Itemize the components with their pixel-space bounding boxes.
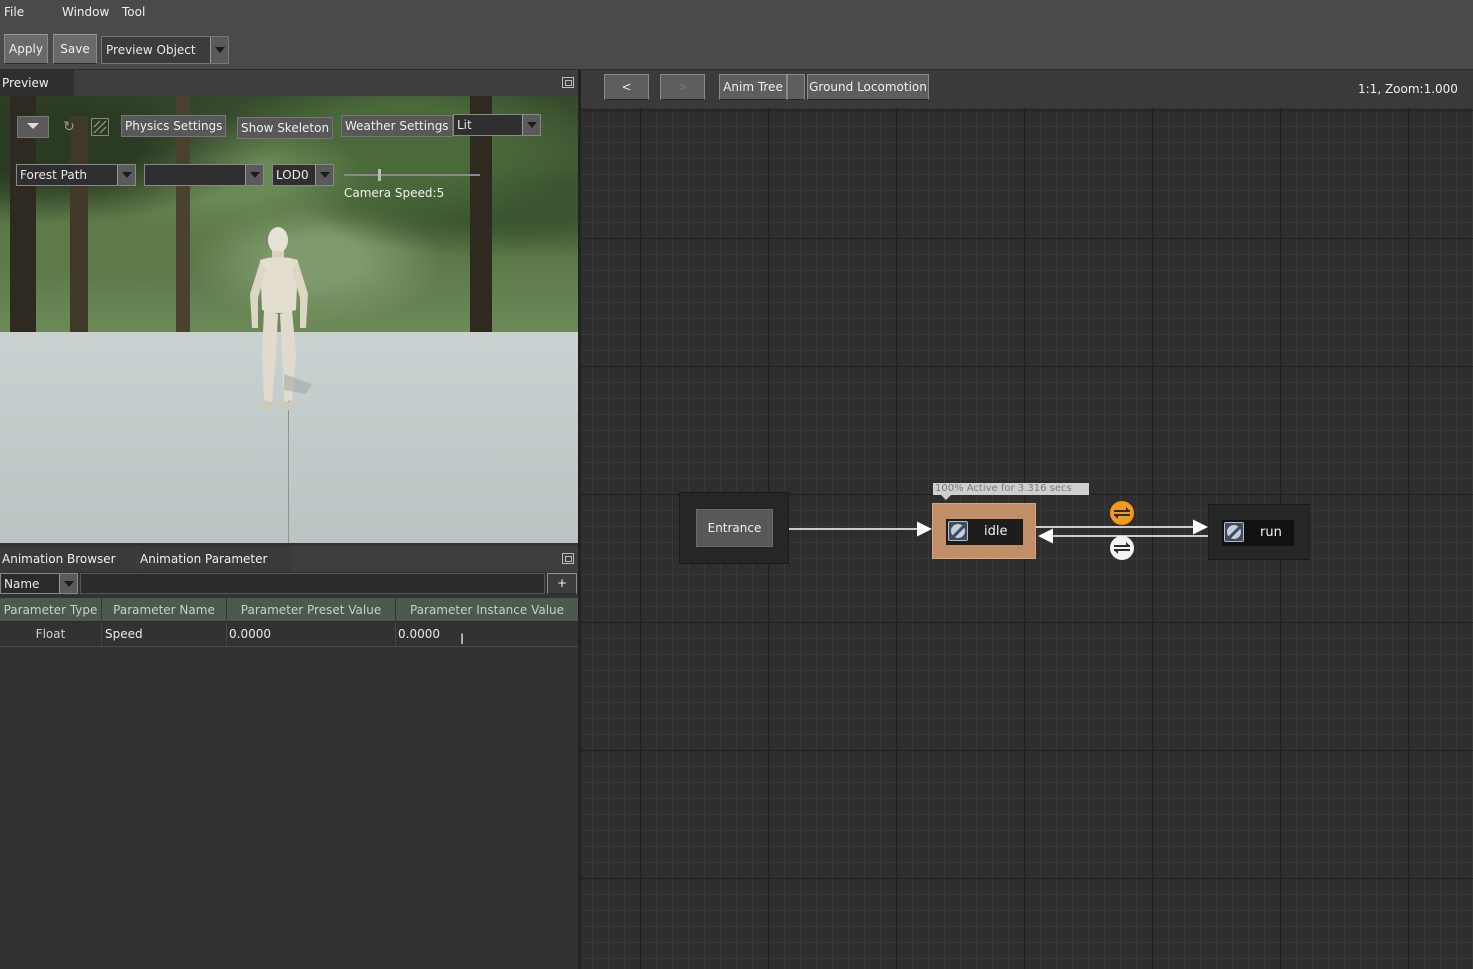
column-header-type[interactable]: Parameter Type: [0, 598, 102, 622]
menu-file[interactable]: File: [4, 5, 24, 19]
run-label: run: [1260, 525, 1282, 540]
chevron-down-icon: [210, 37, 228, 63]
view-options-button[interactable]: [17, 116, 49, 138]
chevron-down-icon: [117, 165, 135, 185]
parameter-table-header: Parameter Type Parameter Name Parameter …: [0, 598, 578, 622]
tab-animation-parameter[interactable]: Animation Parameter: [138, 546, 292, 572]
grid-toggle-icon[interactable]: [91, 118, 109, 136]
menu-tool[interactable]: Tool: [122, 5, 145, 19]
environment-select[interactable]: Forest Path: [16, 164, 136, 186]
slider-handle[interactable]: [378, 169, 381, 181]
idle-state-node[interactable]: idle: [932, 503, 1036, 559]
chevron-down-icon: [522, 115, 540, 135]
camera-speed-label: Camera Speed:5: [344, 186, 445, 200]
parameter-name-cell[interactable]: Speed: [102, 623, 227, 647]
refresh-icon[interactable]: ↻: [60, 118, 78, 136]
filter-search-input[interactable]: [80, 573, 545, 594]
chevron-down-icon: [315, 165, 333, 185]
column-header-preset-value[interactable]: Parameter Preset Value: [227, 598, 396, 622]
character-model[interactable]: [240, 224, 320, 424]
chevron-down-icon: [59, 574, 77, 593]
environment-label: Forest Path: [20, 168, 88, 182]
table-row[interactable]: Float Speed 0.0000 0.0000: [0, 623, 578, 647]
animation-state-icon: [948, 521, 968, 541]
parameter-filter-row: Name +: [0, 573, 578, 595]
filter-field-label: Name: [4, 577, 40, 591]
lighting-mode-select[interactable]: Lit: [453, 114, 541, 136]
transition-icon[interactable]: [1109, 535, 1135, 561]
idle-state-body: idle: [946, 519, 1023, 545]
menu-window[interactable]: Window: [62, 5, 109, 19]
show-skeleton-button[interactable]: Show Skeleton: [237, 117, 334, 139]
run-state-node[interactable]: run: [1208, 504, 1310, 560]
transition-active-icon[interactable]: [1109, 500, 1135, 526]
lod-label: LOD0: [276, 168, 309, 182]
run-state-body: run: [1222, 520, 1294, 546]
weather-settings-button[interactable]: Weather Settings: [341, 115, 453, 137]
preview-object-select[interactable]: Preview Object: [101, 36, 229, 64]
filter-field-select[interactable]: Name: [0, 573, 78, 594]
float-panel-icon[interactable]: [562, 553, 574, 564]
float-panel-icon[interactable]: [562, 77, 574, 88]
chevron-down-icon: [245, 165, 263, 185]
column-header-instance-value[interactable]: Parameter Instance Value: [396, 598, 578, 622]
physics-settings-button[interactable]: Physics Settings: [121, 115, 227, 137]
preview-viewport[interactable]: ↻ Physics Settings Show Skeleton Weather…: [0, 96, 578, 543]
preview-tabbar: Preview: [0, 70, 578, 96]
column-header-name[interactable]: Parameter Name: [102, 598, 227, 622]
dropdown-arrow-icon: [27, 123, 39, 129]
menu-bar: File Window Tool: [0, 0, 1473, 26]
lod-select[interactable]: LOD0: [272, 164, 334, 186]
animation-state-icon: [1224, 522, 1244, 542]
tab-animation-browser[interactable]: Animation Browser: [0, 546, 136, 572]
tooltip-pointer: [941, 495, 951, 500]
idle-label: idle: [984, 524, 1008, 539]
parameter-instance-value-cell[interactable]: 0.0000: [396, 623, 578, 647]
anim-graph-canvas[interactable]: < > Anim Tree Ground Locomotion 1:1, Zoo…: [581, 70, 1473, 969]
tab-preview[interactable]: Preview: [0, 70, 74, 96]
main-toolbar: Apply Save Preview Object: [0, 26, 1473, 70]
save-button[interactable]: Save: [53, 34, 97, 64]
secondary-select[interactable]: [144, 164, 264, 186]
parameter-type-cell: Float: [0, 623, 102, 647]
add-parameter-button[interactable]: +: [547, 573, 577, 594]
apply-button[interactable]: Apply: [4, 34, 48, 64]
parameter-preset-value-cell[interactable]: 0.0000: [227, 623, 396, 647]
tree-trunk: [70, 116, 88, 332]
lighting-mode-label: Lit: [457, 118, 472, 132]
camera-speed-slider[interactable]: [344, 169, 480, 181]
bottom-tabbar: Animation Browser Animation Parameter: [0, 546, 578, 572]
preview-object-label: Preview Object: [106, 43, 196, 57]
text-cursor-icon: I: [460, 632, 465, 648]
idle-status-tooltip: 100% Active for 3.316 secs: [933, 483, 1089, 495]
